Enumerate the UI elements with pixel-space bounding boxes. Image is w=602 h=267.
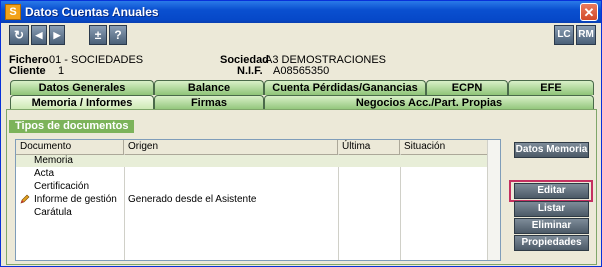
nif-value: A08565350	[273, 65, 330, 77]
table-row[interactable]: Memoria	[16, 155, 488, 167]
window: S Datos Cuentas Anuales ✕ ↻ ◀ ▶ ± ? LC R…	[0, 0, 602, 267]
cell-documento: Certificación	[34, 181, 90, 192]
app-icon: S	[5, 4, 21, 20]
column-origen[interactable]: Origen	[124, 140, 338, 154]
next-icon[interactable]: ▶	[49, 25, 65, 45]
column-documento[interactable]: Documento	[16, 140, 124, 154]
tab-memoria-informes[interactable]: Memoria / Informes	[10, 95, 154, 110]
editar-button[interactable]: Editar	[514, 183, 589, 199]
column-ultima-revision[interactable]: Última revisión	[338, 140, 400, 166]
prev-icon[interactable]: ◀	[31, 25, 47, 45]
eliminar-button[interactable]: Eliminar	[514, 218, 589, 234]
cliente-value: 1	[58, 65, 65, 77]
rm-button[interactable]: RM	[576, 25, 596, 45]
tab-balance[interactable]: Balance	[154, 80, 264, 95]
cell-documento: Informe de gestión	[34, 194, 117, 205]
title-bar: S Datos Cuentas Anuales ✕	[1, 1, 601, 23]
tab-cuenta-perdidas-ganancias[interactable]: Cuenta Pérdidas/Ganancias	[264, 80, 426, 95]
table-row[interactable]: Carátula	[16, 207, 488, 219]
tab-ecpn[interactable]: ECPN	[426, 80, 508, 95]
nif-label: N.I.F.	[237, 65, 263, 77]
tab-firmas[interactable]: Firmas	[154, 95, 264, 110]
cliente-label: Cliente	[9, 65, 46, 77]
lc-button[interactable]: LC	[554, 25, 574, 45]
grid-scrollbar[interactable]	[487, 140, 500, 260]
table-row[interactable]: Informe de gestión Generado desde el Asi…	[16, 194, 488, 206]
documents-grid[interactable]: Documento Origen Última revisión Situaci…	[15, 139, 501, 261]
toolbar: ↻ ◀ ▶ ± ? LC RM	[1, 24, 601, 49]
plus-minus-icon[interactable]: ±	[89, 25, 107, 45]
help-icon[interactable]: ?	[109, 25, 127, 45]
propiedades-button[interactable]: Propiedades	[514, 235, 589, 251]
table-row[interactable]: Acta	[16, 168, 488, 180]
tab-efe[interactable]: EFE	[508, 80, 594, 95]
column-situacion-documento[interactable]: Situación documento	[400, 140, 488, 166]
tab-negocios-acc[interactable]: Negocios Acc./Part. Propias	[264, 95, 594, 110]
grid-header: Documento Origen Última revisión Situaci…	[16, 140, 500, 166]
datos-memoria-button[interactable]: Datos Memoria	[514, 142, 589, 158]
cell-documento: Memoria	[34, 155, 73, 166]
close-button[interactable]: ✕	[580, 3, 598, 21]
group-label: Tipos de documentos	[9, 120, 135, 133]
cell-documento: Carátula	[34, 207, 72, 218]
cell-documento: Acta	[34, 168, 55, 179]
pencil-icon	[20, 194, 30, 204]
window-title: Datos Cuentas Anuales	[25, 5, 159, 19]
refresh-icon[interactable]: ↻	[9, 25, 29, 45]
listar-button[interactable]: Listar	[514, 201, 589, 217]
tab-datos-generales[interactable]: Datos Generales	[10, 80, 154, 95]
table-row[interactable]: Certificación	[16, 181, 488, 193]
cell-origen: Generado desde el Asistente	[128, 194, 257, 205]
